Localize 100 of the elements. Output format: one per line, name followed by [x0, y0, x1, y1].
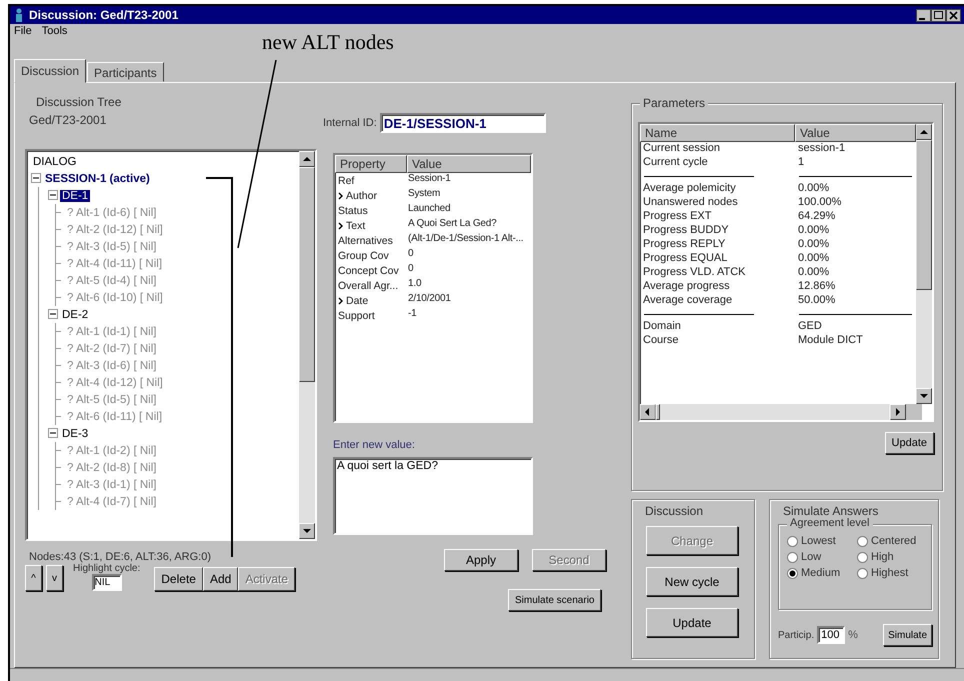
- minus-box-icon[interactable]: [48, 428, 59, 439]
- property-cell-text: Support: [337, 308, 376, 323]
- tree-item[interactable]: DIALOG: [31, 156, 78, 168]
- nav-button[interactable]: ^: [25, 565, 42, 591]
- chevron-icon: [338, 296, 344, 304]
- parameter-name: Unanswered nodes: [642, 196, 739, 210]
- radio-label[interactable]: High: [871, 551, 894, 563]
- radio-label[interactable]: Low: [801, 551, 822, 563]
- radio-button[interactable]: [787, 552, 798, 562]
- discussion-name: Ged/T23-2001: [29, 113, 108, 127]
- tree-item[interactable]: DE-3: [60, 428, 90, 440]
- parameter-value: 1: [797, 156, 806, 170]
- action-button[interactable]: Add: [202, 567, 238, 591]
- new-value-field[interactable]: A quoi sert la GED?: [333, 457, 533, 535]
- tab[interactable]: Discussion: [14, 59, 86, 83]
- property-cell-text: Overall Agr...: [337, 278, 400, 293]
- radio-button[interactable]: [857, 568, 868, 578]
- menu-item[interactable]: File: [14, 25, 32, 39]
- discussion-button[interactable]: Update: [646, 608, 738, 637]
- property-cell: Author: [335, 188, 407, 203]
- minus-box-icon[interactable]: [48, 309, 59, 320]
- scrollbar[interactable]: [640, 404, 906, 420]
- group-title: Agreement level: [787, 517, 872, 529]
- property-cell-text: Status: [337, 204, 369, 218]
- value-cell-text: 0: [407, 263, 414, 276]
- property-cell-text: Concept Cov: [337, 264, 400, 278]
- tree-item[interactable]: DE-2: [60, 308, 90, 320]
- parameter-name: Progress REPLY: [642, 238, 726, 252]
- parameter-name: Average polemicity: [642, 182, 737, 196]
- scrollbar[interactable]: [916, 124, 932, 404]
- parameter-value: 0.00%: [797, 224, 830, 238]
- simulate-scenario-button[interactable]: Simulate scenario: [508, 589, 602, 611]
- radio-label[interactable]: Centered: [871, 535, 916, 547]
- minus-box-icon[interactable]: [31, 173, 42, 184]
- discussion-button[interactable]: New cycle: [646, 567, 738, 596]
- simulate-button[interactable]: Simulate: [883, 624, 932, 646]
- parameter-value: Module DICT: [797, 334, 864, 348]
- apply-button[interactable]: Apply: [444, 549, 518, 571]
- parameter-name: Domain: [642, 320, 682, 334]
- parameter-value: 0.00%: [797, 252, 830, 266]
- tab[interactable]: Participants: [87, 62, 164, 82]
- chevron-icon: [338, 192, 344, 200]
- value-cell-text: A Quoi Sert La Ged?: [407, 218, 498, 231]
- column-header[interactable]: Value: [795, 124, 916, 142]
- parameter-name: Progress BUDDY: [642, 224, 730, 238]
- id-field[interactable]: DE-1/SESSION-1: [380, 113, 546, 133]
- parameter-name: Progress VLD. ATCK: [642, 266, 746, 280]
- new-value-label: Enter new value:: [333, 439, 416, 451]
- id-label: Internal ID:: [323, 117, 377, 129]
- value-cell-text: 0: [407, 248, 414, 261]
- particip-label: Particip.: [778, 630, 814, 640]
- parameter-value: 100.00%: [797, 196, 842, 210]
- highlight-field[interactable]: NIL: [92, 574, 122, 591]
- scrollbar[interactable]: [299, 151, 315, 539]
- nav-button[interactable]: v: [46, 565, 63, 591]
- radio-button[interactable]: [857, 552, 868, 562]
- radio-button[interactable]: [787, 568, 798, 578]
- scrollbar-corner: [906, 404, 922, 420]
- column-header[interactable]: Name: [640, 124, 795, 142]
- particip-field[interactable]: 100: [817, 626, 846, 644]
- value-cell-text: Session-1: [407, 173, 452, 186]
- radio-label[interactable]: Highest: [871, 567, 908, 579]
- parameter-name: Average coverage: [642, 294, 734, 308]
- column-header[interactable]: Value: [407, 155, 531, 173]
- group-title: Parameters: [640, 96, 708, 110]
- unit-label: %: [848, 629, 858, 641]
- parameter-value: session-1: [797, 142, 846, 156]
- tree-item[interactable]: SESSION-1 (active): [43, 172, 152, 184]
- parameter-name: Current cycle: [642, 156, 709, 170]
- radio-button[interactable]: [857, 536, 868, 546]
- value-cell-text: 1.0: [407, 278, 422, 291]
- action-button[interactable]: Delete: [154, 567, 203, 591]
- parameter-name: Average progress: [642, 280, 731, 294]
- parameter-value: 0.00%: [797, 238, 830, 252]
- parameter-value: GED: [797, 320, 823, 334]
- menu-item[interactable]: Tools: [42, 25, 68, 39]
- column-header[interactable]: Property: [335, 155, 407, 173]
- property-cell-text: Group Cov: [337, 248, 390, 263]
- parameter-value: 0.00%: [797, 182, 830, 196]
- property-cell: Date: [335, 293, 407, 308]
- minimize-icon: [916, 8, 931, 22]
- window-title: Discussion: Ged/T23-2001: [29, 8, 180, 22]
- radio-label[interactable]: Lowest: [801, 535, 836, 547]
- property-cell-text: Alternatives: [337, 234, 394, 248]
- highlight-label: Highlight cycle:: [73, 563, 140, 574]
- maximize-icon: [931, 8, 946, 22]
- node-count: Nodes:43 (S:1, DE:6, ALT:36, ARG:0): [29, 551, 212, 563]
- value-cell-text: Launched: [407, 203, 452, 216]
- property-cell-text: Ref: [337, 174, 356, 188]
- radio-button[interactable]: [787, 536, 798, 546]
- radio-label[interactable]: Medium: [801, 567, 840, 579]
- minus-box-icon[interactable]: [48, 190, 59, 201]
- annotation-text: new ALT nodes: [262, 30, 394, 55]
- chevron-icon: [338, 222, 344, 230]
- person-icon: [13, 8, 25, 22]
- parameter-value: 12.86%: [797, 280, 836, 294]
- update-button[interactable]: Update: [884, 432, 934, 454]
- property-cell: Text: [335, 218, 407, 233]
- value-cell-text: (Alt-1/De-1/Session-1 Alt-...: [407, 233, 524, 246]
- tree-item[interactable]: DE-1: [60, 190, 90, 202]
